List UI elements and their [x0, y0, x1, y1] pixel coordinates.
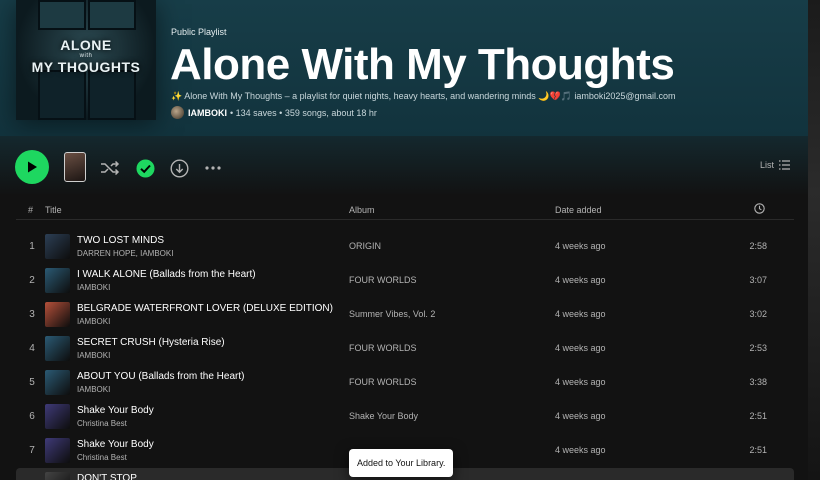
col-number[interactable]: #: [28, 205, 33, 215]
track-album[interactable]: ORIGIN: [349, 241, 381, 251]
playlist-title[interactable]: Alone With My Thoughts: [170, 40, 675, 90]
track-title[interactable]: I WALK ALONE (Ballads from the Heart): [77, 269, 256, 280]
track-album[interactable]: FOUR WORLDS: [349, 343, 417, 353]
track-date-added: 4 weeks ago: [555, 343, 606, 353]
track-row[interactable]: 1 TWO LOST MINDS DARREN HOPE, IAMBOKI ORIGI…: [16, 230, 794, 264]
saved-button[interactable]: [135, 158, 155, 178]
track-number: 6: [29, 411, 35, 422]
col-duration[interactable]: [754, 203, 765, 216]
track-thumbnail: [45, 234, 70, 259]
track-duration: 3:02: [749, 309, 767, 319]
track-date-added: 4 weeks ago: [555, 275, 606, 285]
track-duration: 3:38: [749, 377, 767, 387]
playlist-preview-thumb[interactable]: [64, 152, 86, 182]
track-album[interactable]: FOUR WORLDS: [349, 275, 417, 285]
action-bar: List: [0, 136, 808, 196]
clock-icon: [754, 203, 765, 214]
track-number: 3: [29, 309, 35, 320]
track-thumbnail: [45, 404, 70, 429]
track-title[interactable]: Shake Your Body: [77, 405, 154, 416]
track-title[interactable]: DON'T STOP: [77, 473, 137, 480]
track-duration: 2:53: [749, 343, 767, 353]
track-date-added: 4 weeks ago: [555, 411, 606, 421]
cover-window-pane: [88, 0, 136, 30]
track-number: 4: [29, 343, 35, 354]
track-artist[interactable]: IAMBOKI: [77, 317, 110, 326]
track-row[interactable]: 2 I WALK ALONE (Ballads from the Heart) IA…: [16, 264, 794, 298]
track-number: 1: [29, 241, 35, 252]
check-circle-icon: [136, 159, 154, 177]
track-artist[interactable]: Christina Best: [77, 419, 127, 428]
tracklist-header: # Title Album Date added: [16, 198, 794, 220]
track-thumbnail: [45, 336, 70, 361]
track-row[interactable]: 6 Shake Your Body Christina Best Shake Your…: [16, 400, 794, 434]
track-number: 2: [29, 275, 35, 286]
shuffle-icon: [101, 160, 120, 176]
cover-title-line: MY THOUGHTS: [31, 59, 141, 75]
view-label: List: [759, 160, 774, 170]
track-thumbnail: [45, 302, 70, 327]
cover-window-pane: [88, 70, 136, 120]
playlist-type: Public Playlist: [171, 27, 227, 37]
track-row[interactable]: 5 ABOUT YOU (Ballads from the Heart) IAMBO…: [16, 366, 794, 400]
track-date-added: 4 weeks ago: [555, 241, 606, 251]
playlist-header: ALONE with MY THOUGHTS Public Playlist A…: [0, 0, 808, 136]
track-title[interactable]: TWO LOST MINDS: [77, 235, 164, 246]
track-title[interactable]: SECRET CRUSH (Hysteria Rise): [77, 337, 225, 348]
list-icon: [779, 160, 790, 170]
cover-window-pane: [38, 0, 86, 30]
track-thumbnail: [45, 268, 70, 293]
track-row[interactable]: 4 SECRET CRUSH (Hysteria Rise) IAMBOKI FOUR…: [16, 332, 794, 366]
track-date-added: 4 weeks ago: [555, 445, 606, 455]
track-duration: 3:07: [749, 275, 767, 285]
track-album[interactable]: FOUR WORLDS: [349, 377, 417, 387]
playlist-stats: • 134 saves • 359 songs, about 18 hr: [230, 107, 377, 118]
col-date-added[interactable]: Date added: [555, 205, 602, 215]
app-window: ALONE with MY THOUGHTS Public Playlist A…: [0, 0, 808, 480]
track-artist[interactable]: IAMBOKI: [77, 283, 110, 292]
track-artist[interactable]: Christina Best: [77, 453, 127, 462]
track-number: 5: [29, 377, 35, 388]
track-album[interactable]: Shake Your Body: [349, 411, 418, 421]
playlist-description: ✨ Alone With My Thoughts – a playlist fo…: [171, 91, 676, 101]
shuffle-button[interactable]: [100, 158, 120, 178]
play-button[interactable]: [15, 150, 49, 184]
track-number: 7: [29, 445, 35, 456]
playlist-meta: IAMBOKI • 134 saves • 359 songs, about 1…: [171, 106, 377, 119]
playlist-cover[interactable]: ALONE with MY THOUGHTS: [16, 0, 156, 120]
owner-link[interactable]: IAMBOKI: [188, 108, 227, 118]
view-toggle[interactable]: List: [760, 160, 790, 170]
track-artist[interactable]: DARREN HOPE, IAMBOKI: [77, 249, 173, 258]
cover-title: ALONE with MY THOUGHTS: [16, 38, 156, 75]
owner-avatar[interactable]: [171, 106, 184, 119]
track-artist[interactable]: IAMBOKI: [77, 385, 110, 394]
track-duration: 2:51: [749, 445, 767, 455]
track-thumbnail: [45, 472, 70, 480]
cover-title-line: ALONE: [60, 37, 112, 53]
more-options-button[interactable]: [203, 158, 223, 178]
track-album[interactable]: Summer Vibes, Vol. 2: [349, 309, 435, 319]
track-duration: 2:58: [749, 241, 767, 251]
cover-window-pane: [38, 70, 86, 120]
track-title[interactable]: BELGRADE WATERFRONT LOVER (DELUXE EDITIO…: [77, 303, 333, 314]
download-button[interactable]: [169, 158, 189, 178]
download-icon: [169, 158, 189, 178]
adjacent-panel-edge: [808, 0, 820, 480]
track-title[interactable]: Shake Your Body: [77, 439, 154, 450]
track-thumbnail: [45, 438, 70, 463]
col-album[interactable]: Album: [349, 205, 375, 215]
track-row[interactable]: 3 BELGRADE WATERFRONT LOVER (DELUXE EDITI…: [16, 298, 794, 332]
track-date-added: 4 weeks ago: [555, 377, 606, 387]
toast-notification: Added to Your Library.: [349, 449, 454, 477]
track-artist[interactable]: IAMBOKI: [77, 351, 110, 360]
col-title[interactable]: Title: [45, 205, 62, 215]
more-icon: [205, 166, 221, 170]
play-icon: [28, 161, 37, 173]
track-thumbnail: [45, 370, 70, 395]
track-title[interactable]: ABOUT YOU (Ballads from the Heart): [77, 371, 244, 382]
track-duration: 2:51: [749, 411, 767, 421]
track-date-added: 4 weeks ago: [555, 309, 606, 319]
